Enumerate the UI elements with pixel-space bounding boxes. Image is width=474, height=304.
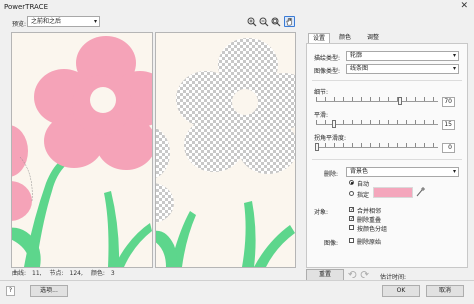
detail-slider-track — [316, 101, 438, 102]
color-swatch[interactable] — [373, 187, 413, 198]
image-label: 图像: — [324, 240, 339, 247]
help-button[interactable]: ? — [6, 286, 15, 296]
divider — [0, 280, 474, 281]
colors-label: 颜色: — [90, 270, 105, 277]
group-by-color-checkbox[interactable] — [349, 225, 354, 230]
settings-panel — [306, 43, 468, 268]
trace-type-select[interactable]: 轮廓 ▾ — [346, 51, 459, 61]
ok-button[interactable]: OK — [382, 285, 420, 297]
zoom-in-icon[interactable] — [247, 17, 257, 27]
nodes-label: 节点: — [49, 270, 64, 277]
specify-radio[interactable] — [349, 191, 354, 196]
preview-mode-select[interactable]: 之前和之后 ▾ — [27, 16, 100, 27]
after-image — [156, 38, 295, 267]
eyedropper-icon[interactable] — [416, 186, 426, 197]
curves-count: 11, — [32, 270, 42, 277]
detail-input[interactable]: 70 — [442, 97, 455, 107]
detail-slider-thumb[interactable] — [398, 97, 402, 105]
chevron-down-icon: ▾ — [452, 65, 456, 72]
detail-slider-ticks — [316, 97, 438, 101]
hand-icon[interactable] — [284, 16, 295, 27]
zoom-out-icon[interactable] — [259, 17, 269, 27]
smoothing-slider-thumb[interactable] — [332, 120, 336, 128]
image-type-value: 线条图 — [350, 65, 369, 72]
image-type-select[interactable]: 线条图 ▾ — [346, 64, 459, 74]
trace-stats: 曲线: 11, 节点: 124, 颜色: 3 — [12, 268, 121, 277]
corner-input[interactable]: 0 — [442, 143, 455, 153]
merge-adjacent-label: 合并相邻 — [357, 208, 382, 215]
redo-icon[interactable] — [360, 270, 369, 279]
remove-original-checkbox[interactable] — [349, 238, 354, 243]
colors-count: 3 — [110, 270, 115, 277]
nodes-count: 124, — [69, 270, 83, 277]
remove-original-label: 删除原始 — [357, 239, 382, 246]
tab-colors[interactable]: 颜色 — [334, 33, 356, 43]
remove-value: 背景色 — [350, 168, 369, 175]
tab-settings[interactable]: 设置 — [308, 33, 330, 43]
window-title: PowerTRACE — [4, 3, 48, 11]
group-by-color-label: 按颜色分组 — [357, 226, 388, 233]
remove-select[interactable]: 背景色 ▾ — [346, 167, 459, 177]
curves-label: 曲线: — [12, 270, 27, 277]
before-preview-pane[interactable] — [11, 32, 153, 268]
auto-radio[interactable] — [349, 180, 354, 185]
smoothing-label: 平滑: — [314, 112, 329, 119]
trace-type-value: 轮廓 — [350, 52, 363, 59]
remove-overlap-label: 删除重叠 — [357, 217, 382, 224]
after-preview-pane[interactable] — [155, 32, 296, 268]
chevron-down-icon: ▾ — [452, 52, 456, 59]
detail-label: 细节: — [314, 89, 329, 96]
undo-icon[interactable] — [348, 270, 357, 279]
image-type-label: 图像类型: — [314, 68, 341, 75]
corner-slider-thumb[interactable] — [315, 143, 319, 151]
tab-adjust[interactable]: 调整 — [362, 33, 384, 43]
chevron-down-icon: ▾ — [452, 168, 456, 175]
corner-slider-track — [316, 147, 438, 148]
options-button[interactable]: 选项... — [30, 285, 68, 297]
objects-label: 对象: — [314, 209, 329, 216]
cancel-button[interactable]: 取消 — [426, 285, 464, 297]
preview-label: 预览: — [12, 21, 27, 28]
merge-adjacent-checkbox[interactable]: ✓ — [349, 207, 354, 213]
corner-smoothness-label: 拐角平滑度: — [314, 135, 347, 142]
remove-overlap-checkbox[interactable]: ✓ — [349, 216, 354, 222]
specify-label: 指定 — [357, 192, 370, 199]
remove-label: 删除: — [324, 171, 339, 178]
preview-mode-value: 之前和之后 — [31, 18, 62, 25]
corner-slider-ticks — [316, 143, 438, 147]
divider — [312, 159, 462, 160]
zoom-fit-icon[interactable] — [271, 17, 281, 27]
auto-label: 自动 — [357, 181, 370, 188]
chevron-down-icon: ▾ — [93, 18, 97, 25]
smoothing-input[interactable]: 15 — [442, 120, 455, 130]
trace-type-label: 描绘类型: — [314, 55, 341, 62]
close-icon[interactable]: ✕ — [460, 1, 468, 11]
before-image — [12, 36, 152, 267]
divider — [312, 80, 462, 81]
